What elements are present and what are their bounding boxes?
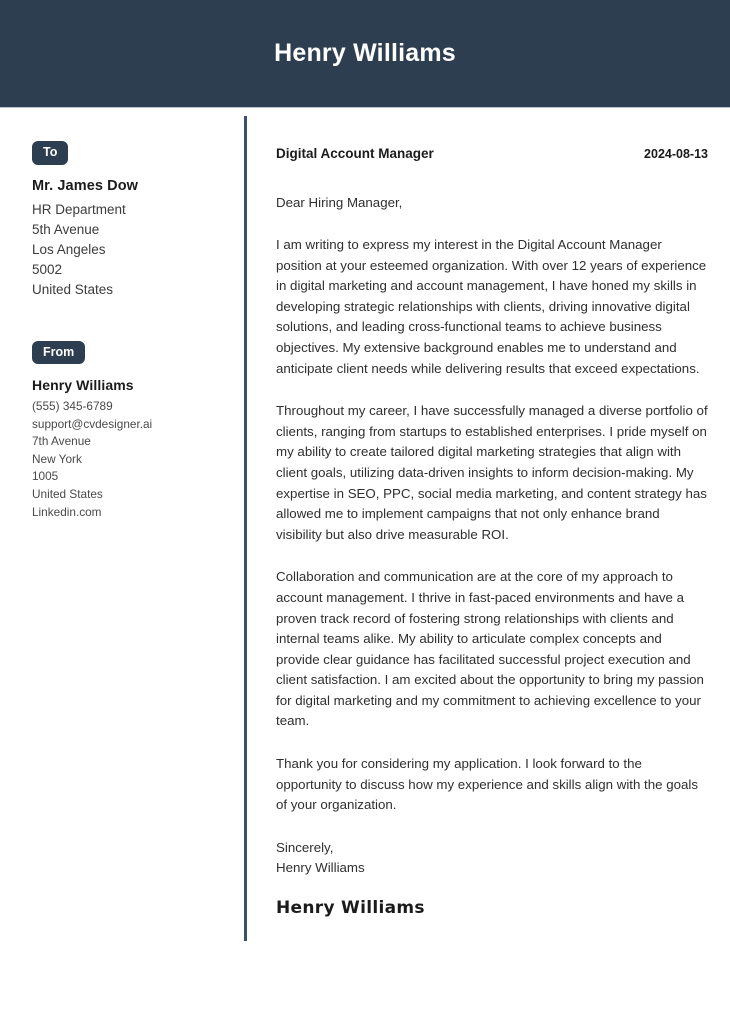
closing-word: Sincerely,: [276, 839, 334, 855]
letter-date: 2024-08-13: [644, 147, 708, 161]
recipient-line: 5th Avenue: [32, 221, 100, 237]
sender-email: support@cvdesigner.ai: [32, 416, 153, 431]
sender-name: Henry Williams: [32, 377, 134, 393]
sender-phone: (555) 345-6789: [32, 399, 113, 413]
contact-sidebar: To Mr. James Dow HR Department 5th Avenu…: [0, 108, 244, 521]
sender-line: 1005: [32, 469, 59, 484]
sender-website: Linkedin.com: [32, 504, 102, 519]
recipient-section: To Mr. James Dow HR Department 5th Avenu…: [32, 141, 224, 300]
salutation: Dear Hiring Manager,: [276, 195, 403, 210]
recipient-name: Mr. James Dow: [32, 177, 139, 194]
job-title: Digital Account Manager: [276, 146, 434, 161]
signature: Henry Williams: [276, 898, 425, 919]
recipient-line: Los Angeles: [32, 241, 106, 257]
sender-section: From Henry Williams (555) 345-6789 suppo…: [32, 340, 224, 522]
letter-header-banner: Henry Williams: [0, 0, 730, 108]
to-badge: To: [32, 141, 69, 165]
letter-content: Digital Account Manager 2024-08-13 Dear …: [247, 108, 730, 918]
recipient-line: 5002: [32, 261, 63, 277]
letter-paragraph: Thank you for considering my application…: [276, 756, 699, 813]
recipient-address: Mr. James Dow HR Department 5th Avenue L…: [32, 178, 224, 300]
cover-letter-page: Henry Williams To Mr. James Dow HR Depar…: [0, 0, 730, 1024]
letter-paragraph: Collaboration and communication are at t…: [276, 569, 704, 729]
from-badge: From: [32, 340, 86, 364]
sender-line: New York: [32, 451, 82, 466]
letter-meta-row: Digital Account Manager 2024-08-13: [276, 146, 708, 161]
sender-line: 7th Avenue: [32, 434, 91, 449]
letter-paragraph: Throughout my career, I have successfull…: [276, 403, 708, 542]
letter-paragraph: I am writing to express my interest in t…: [276, 237, 707, 376]
page-title: Henry Williams: [274, 39, 456, 67]
letter-body: To Mr. James Dow HR Department 5th Avenu…: [0, 108, 730, 941]
sender-line: United States: [32, 486, 103, 501]
closing-name: Henry Williams: [276, 860, 365, 876]
recipient-line: United States: [32, 281, 114, 297]
recipient-line: HR Department: [32, 201, 126, 217]
sender-address: Henry Williams (555) 345-6789 support@cv…: [32, 377, 224, 521]
